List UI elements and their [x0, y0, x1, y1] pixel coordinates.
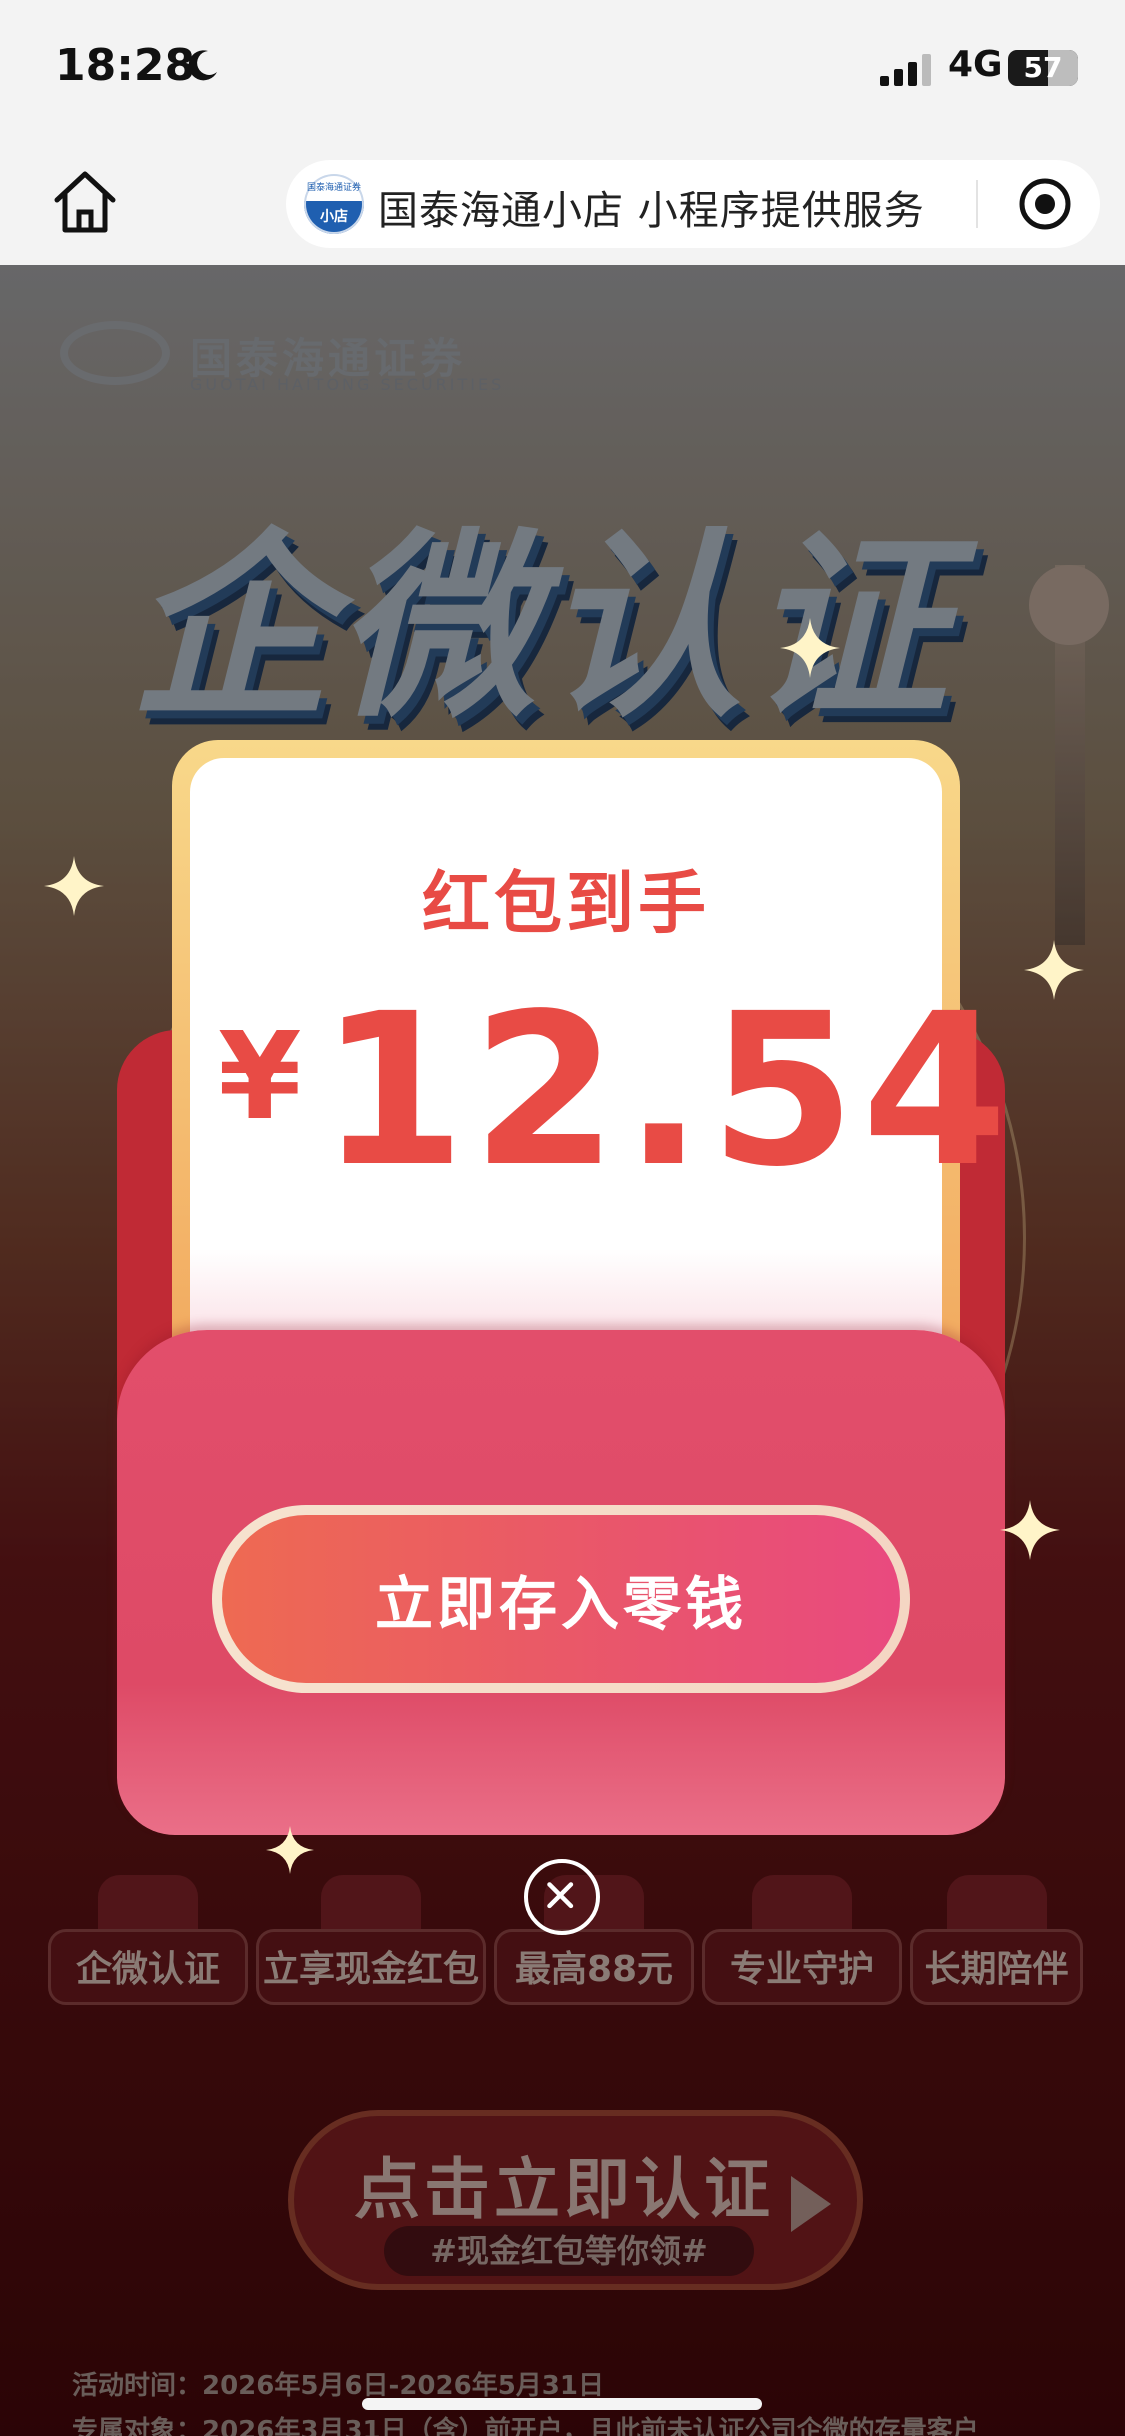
save-to-wallet-button[interactable]: 立即存入零钱	[212, 1505, 910, 1693]
home-icon[interactable]	[45, 162, 125, 242]
capsule-divider	[976, 180, 978, 228]
sparkle-icon	[1024, 940, 1084, 1000]
status-bar: 18:28 4G 57	[0, 0, 1125, 140]
sparkle-icon	[780, 618, 840, 678]
miniprogram-header: 国泰海通证券 小店 国泰海通小店 小程序提供服务	[0, 140, 1125, 265]
logo-label: 小店	[320, 209, 348, 225]
amount-value: 12.54	[319, 968, 1014, 1213]
miniprogram-capsule[interactable]: 国泰海通证券 小店 国泰海通小店 小程序提供服务	[286, 160, 1100, 248]
target-icon[interactable]	[1013, 172, 1077, 236]
close-icon[interactable]	[524, 1859, 600, 1935]
sparkle-icon	[1000, 1500, 1060, 1560]
miniprogram-title: 国泰海通小店 小程序提供服务	[378, 188, 925, 234]
network-label: 4G	[948, 44, 1003, 85]
envelope-front: 立即存入零钱	[117, 1330, 1005, 1835]
modal-title: 红包到手	[421, 865, 710, 944]
battery-indicator: 57	[1008, 50, 1078, 86]
battery-percent: 57	[1023, 51, 1063, 84]
miniprogram-logo: 国泰海通证券 小店	[304, 174, 364, 234]
sparkle-icon	[44, 856, 104, 916]
home-indicator[interactable]	[362, 2398, 762, 2410]
sparkle-icon	[266, 1826, 314, 1874]
currency-symbol: ¥	[218, 1008, 302, 1147]
moon-icon	[188, 50, 217, 81]
status-time: 18:28	[55, 40, 196, 91]
logo-top-text: 国泰海通证券	[306, 183, 361, 193]
signal-icon	[880, 54, 931, 86]
save-to-wallet-label: 立即存入零钱	[222, 1515, 900, 1683]
amount-display: ¥12.54	[218, 968, 1014, 1213]
